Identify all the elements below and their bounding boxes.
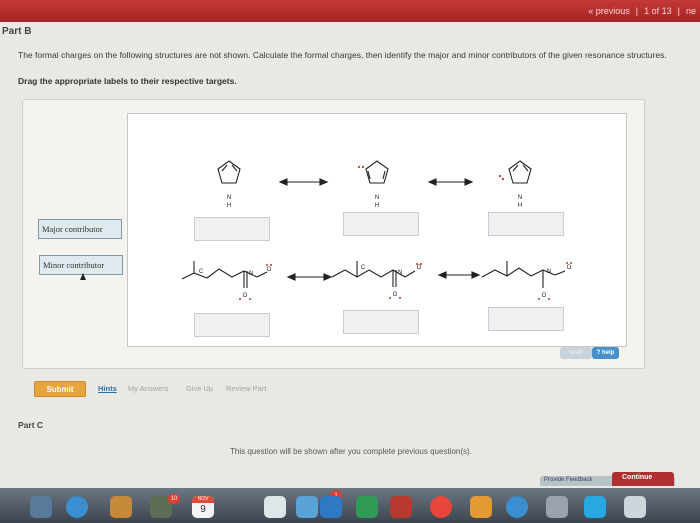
pyrrole-n-3: N xyxy=(518,195,522,201)
drop-target-nitro-1[interactable] xyxy=(194,313,270,337)
review-part-link[interactable]: Review Part xyxy=(226,384,266,393)
nitro-o-2a: O xyxy=(417,265,422,271)
submit-button[interactable]: Submit xyxy=(34,381,86,397)
app-store-icon[interactable] xyxy=(506,496,528,518)
give-up-link[interactable]: Give Up xyxy=(186,384,213,393)
pagination: « previous | 1 of 13 | ne xyxy=(588,2,700,20)
part-c-title: Part C xyxy=(18,420,44,430)
provide-feedback-label: Provide Feedback xyxy=(544,477,593,483)
drop-target-pyrrole-2[interactable] xyxy=(343,212,419,236)
nitro-n-2: N xyxy=(398,270,402,276)
finder-icon[interactable] xyxy=(624,496,646,518)
drop-target-nitro-3[interactable] xyxy=(488,307,564,331)
badge-count-a: 10 xyxy=(168,494,180,504)
continue-label: Continue xyxy=(622,474,653,481)
major-contributor-label[interactable]: Major contributor xyxy=(38,219,122,239)
reminders-icon[interactable] xyxy=(296,496,318,518)
pyrrole-h-2: H xyxy=(375,203,379,209)
nitro-o-3a: O xyxy=(567,265,572,271)
nitro-o-1b: O xyxy=(243,293,248,299)
part-b-title: Part B xyxy=(2,26,32,37)
nitro-chain-3 xyxy=(481,267,556,278)
pyrrole-h-1: H xyxy=(227,203,231,209)
calendar-month: NOV xyxy=(192,496,214,503)
pyrrole-h-3: H xyxy=(518,203,522,209)
messages-icon[interactable] xyxy=(320,496,342,518)
system-preferences-icon[interactable] xyxy=(546,496,568,518)
minor-contributor-label[interactable]: Minor contributor xyxy=(39,255,123,275)
help-button[interactable]: ? help xyxy=(592,347,619,359)
previous-link[interactable]: « previous xyxy=(588,6,630,16)
calendar-icon[interactable]: NOV 9 xyxy=(192,496,214,518)
separator: | xyxy=(677,6,680,16)
drop-target-pyrrole-3[interactable] xyxy=(488,212,564,236)
itunes-icon[interactable] xyxy=(430,496,452,518)
pyrrole-n-1: N xyxy=(227,195,231,201)
reset-button[interactable]: reset xyxy=(560,347,592,359)
ibooks-icon[interactable] xyxy=(470,496,492,518)
question-text: The formal charges on the following stru… xyxy=(18,50,667,60)
pyrrole-ring-1 xyxy=(217,160,241,184)
next-link[interactable]: ne xyxy=(686,6,696,16)
my-answers-link[interactable]: My Answers xyxy=(128,384,168,393)
nitro-n-3: N xyxy=(547,269,551,275)
launchpad-icon[interactable] xyxy=(30,496,52,518)
nitro-o-2b: O xyxy=(393,292,398,298)
pyrrole-ring-3 xyxy=(508,160,532,184)
photo-booth-icon[interactable] xyxy=(390,496,412,518)
safari-icon[interactable] xyxy=(66,496,88,518)
nitro-c-2: C xyxy=(361,265,366,271)
top-bar: « previous | 1 of 13 | ne xyxy=(0,0,700,22)
calendar-day: 9 xyxy=(200,504,206,515)
skype-icon[interactable] xyxy=(584,496,606,518)
nitro-chain-2 xyxy=(331,269,406,278)
nitro-c-1: C xyxy=(199,269,204,275)
page-counter: 1 of 13 xyxy=(644,6,672,16)
nitro-chain-1 xyxy=(181,268,258,280)
nitro-o-1a: O xyxy=(267,267,272,273)
pyrrole-n-2: N xyxy=(375,195,379,201)
drop-target-pyrrole-1[interactable] xyxy=(194,217,270,241)
nitro-n-1: N xyxy=(249,271,253,277)
hints-link[interactable]: Hints xyxy=(98,384,117,393)
separator: | xyxy=(635,6,639,16)
continue-button[interactable]: Continue xyxy=(612,472,674,486)
contacts-icon[interactable] xyxy=(110,496,132,518)
part-c-message: This question will be shown after you co… xyxy=(230,447,472,456)
cursor-icon xyxy=(80,273,86,280)
notes-icon[interactable] xyxy=(264,496,286,518)
nitro-o-3b: O xyxy=(542,293,547,299)
facetime-video-icon[interactable] xyxy=(356,496,378,518)
instruction-text: Drag the appropriate labels to their res… xyxy=(18,76,237,86)
drop-target-nitro-2[interactable] xyxy=(343,310,419,334)
